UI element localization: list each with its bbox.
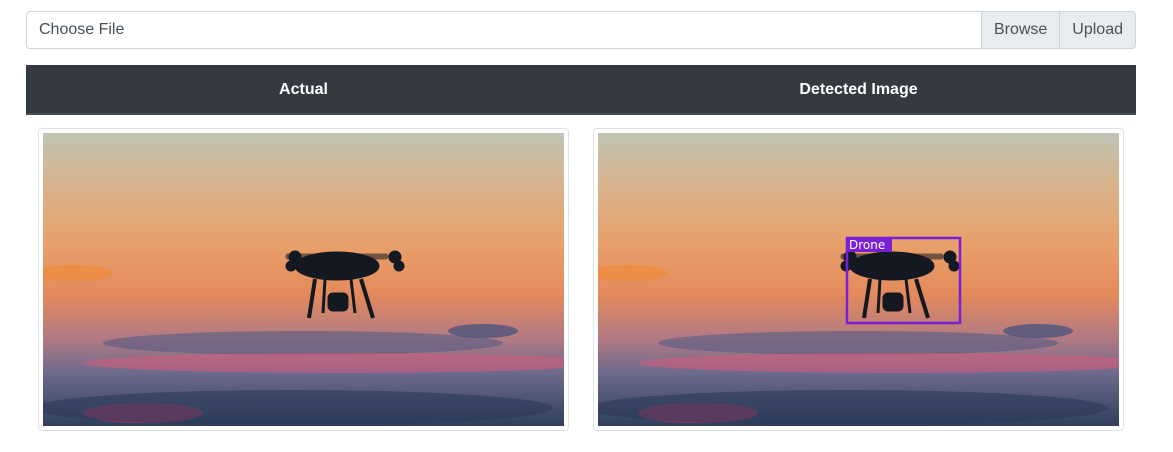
detected-image: Drone: [598, 133, 1119, 426]
header-actual: Actual: [279, 81, 328, 98]
upload-button[interactable]: Upload: [1059, 12, 1135, 48]
browse-button[interactable]: Browse: [980, 12, 1060, 48]
detection-label: Drone: [849, 238, 885, 252]
actual-image-card: [38, 128, 569, 431]
detected-image-card: Drone: [593, 128, 1124, 431]
choose-file-input[interactable]: Choose File: [27, 12, 981, 48]
header-detected-image: Detected Image: [799, 81, 918, 98]
file-upload-group: Choose File Browse Upload: [26, 11, 1136, 49]
actual-image: [43, 133, 564, 426]
results-table-header: Actual Detected Image: [26, 65, 1136, 115]
